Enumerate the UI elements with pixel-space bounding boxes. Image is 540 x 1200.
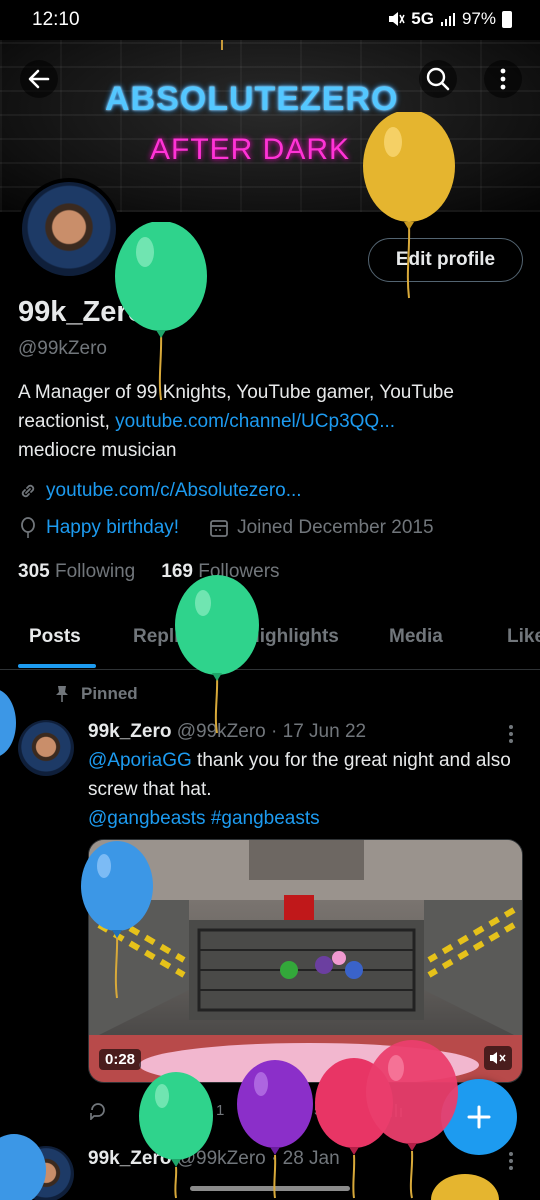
status-icons: 5G 97%	[387, 9, 512, 29]
active-tab-indicator	[18, 664, 96, 668]
following-label: Following	[54, 561, 136, 582]
balloon-yellow-bottom	[431, 1174, 499, 1200]
post2-more-icon[interactable]	[507, 1151, 515, 1171]
follow-stats: 305 Following 169 Followers	[18, 561, 280, 583]
post-more-icon[interactable]	[507, 724, 515, 744]
more-options-button[interactable]	[484, 60, 522, 98]
post-body: @AporiaGG thank you for the great night …	[88, 746, 528, 833]
tab-replies[interactable]: Replies	[133, 626, 201, 648]
video-frame	[89, 840, 522, 1082]
search-icon	[426, 67, 450, 91]
profile-bio: A Manager of 99 Knights, YouTube gamer, …	[18, 378, 523, 465]
post-date[interactable]: · 17 Jun 22	[271, 721, 366, 742]
tab-media[interactable]: Media	[389, 626, 443, 648]
profile-tabs: Posts Replies Highlights Media Likes	[0, 610, 540, 670]
birthday-text[interactable]: Happy birthday!	[46, 517, 179, 539]
like-icon	[289, 1101, 307, 1119]
post-header-2: 99k_Zero @99kZero · 28 Jan	[88, 1148, 340, 1170]
signal-icon	[440, 13, 455, 26]
tab-highlights[interactable]: Highlights	[246, 626, 339, 648]
post-header: 99k_Zero @99kZero · 17 Jun 22	[88, 721, 366, 743]
mute-button[interactable]	[484, 1046, 512, 1070]
pinned-label: Pinned	[55, 684, 138, 704]
post-avatar[interactable]	[18, 720, 74, 776]
tab-likes[interactable]: Likes	[507, 626, 540, 648]
post-author-name[interactable]: 99k_Zero	[88, 721, 171, 742]
balloon-blue-edge	[0, 690, 16, 756]
video-duration: 0:28	[99, 1049, 142, 1070]
display-name: 99k_Zero	[18, 296, 146, 328]
post-mention[interactable]: @AporiaGG	[88, 750, 192, 771]
retweet-button[interactable]: 1	[188, 1098, 288, 1122]
network-label: 5G	[411, 9, 434, 28]
balloon-green-3	[139, 1072, 213, 1199]
search-button[interactable]	[419, 60, 457, 98]
post2-date[interactable]: · 28 Jan	[271, 1148, 340, 1169]
like-button[interactable]: 5	[288, 1098, 388, 1122]
profile-avatar[interactable]	[18, 178, 120, 280]
post-video[interactable]: 0:28	[88, 839, 523, 1083]
like-count: 5	[314, 1101, 323, 1119]
plus-icon	[467, 1105, 491, 1129]
website-row: youtube.com/c/Absolutezero...	[18, 480, 302, 502]
pin-icon	[56, 686, 68, 702]
birthday-joined-row: Happy birthday! Joined December 2015	[18, 517, 434, 539]
mute-status-icon	[389, 12, 405, 26]
battery-percent: 97%	[461, 9, 496, 28]
following-count: 305	[18, 561, 50, 582]
joined-text: Joined December 2015	[237, 517, 434, 538]
retweet-count: 1	[216, 1101, 225, 1119]
followers-count: 169	[161, 561, 193, 582]
back-button[interactable]	[20, 60, 58, 98]
mute-icon	[490, 1052, 506, 1064]
more-vertical-icon	[500, 68, 506, 90]
status-bar: 12:10 5G 97%	[0, 0, 540, 40]
balloon-icon	[21, 517, 35, 538]
reply-button[interactable]	[88, 1098, 188, 1122]
following-stat[interactable]: 305 Following	[18, 561, 135, 583]
link-icon	[21, 484, 35, 498]
edit-profile-button[interactable]: Edit profile	[368, 238, 523, 282]
tab-posts[interactable]: Posts	[29, 626, 81, 648]
post-tags[interactable]: @gangbeasts #gangbeasts	[88, 808, 320, 829]
banner-decoration	[221, 40, 223, 50]
pinned-text: Pinned	[81, 684, 138, 703]
compose-post-button[interactable]	[441, 1079, 517, 1155]
profile-handle: @99kZero	[18, 338, 107, 359]
post2-author-name[interactable]: 99k_Zero	[88, 1148, 171, 1169]
reply-icon	[90, 1103, 105, 1120]
banner-subtitle: AFTER DARK	[150, 133, 351, 166]
post-avatar-2[interactable]	[18, 1146, 74, 1200]
bio-link[interactable]: youtube.com/channel/UCp3QQ...	[115, 411, 395, 432]
website-link[interactable]: youtube.com/c/Absolutezero...	[46, 480, 302, 502]
calendar-icon	[210, 520, 228, 537]
banner-title: ABSOLUTEZERO	[105, 80, 399, 118]
retweet-icon	[188, 1101, 210, 1119]
bio-tail: mediocre musician	[18, 440, 177, 461]
followers-label: Followers	[198, 561, 280, 582]
home-indicator[interactable]	[190, 1186, 350, 1191]
followers-stat[interactable]: 169 Followers	[161, 561, 279, 583]
back-arrow-icon	[28, 69, 50, 89]
battery-icon	[502, 10, 512, 28]
post-author-handle[interactable]: @99kZero	[177, 721, 266, 742]
status-time: 12:10	[32, 9, 80, 30]
post2-author-handle[interactable]: @99kZero	[177, 1148, 266, 1169]
views-icon	[390, 1104, 402, 1117]
